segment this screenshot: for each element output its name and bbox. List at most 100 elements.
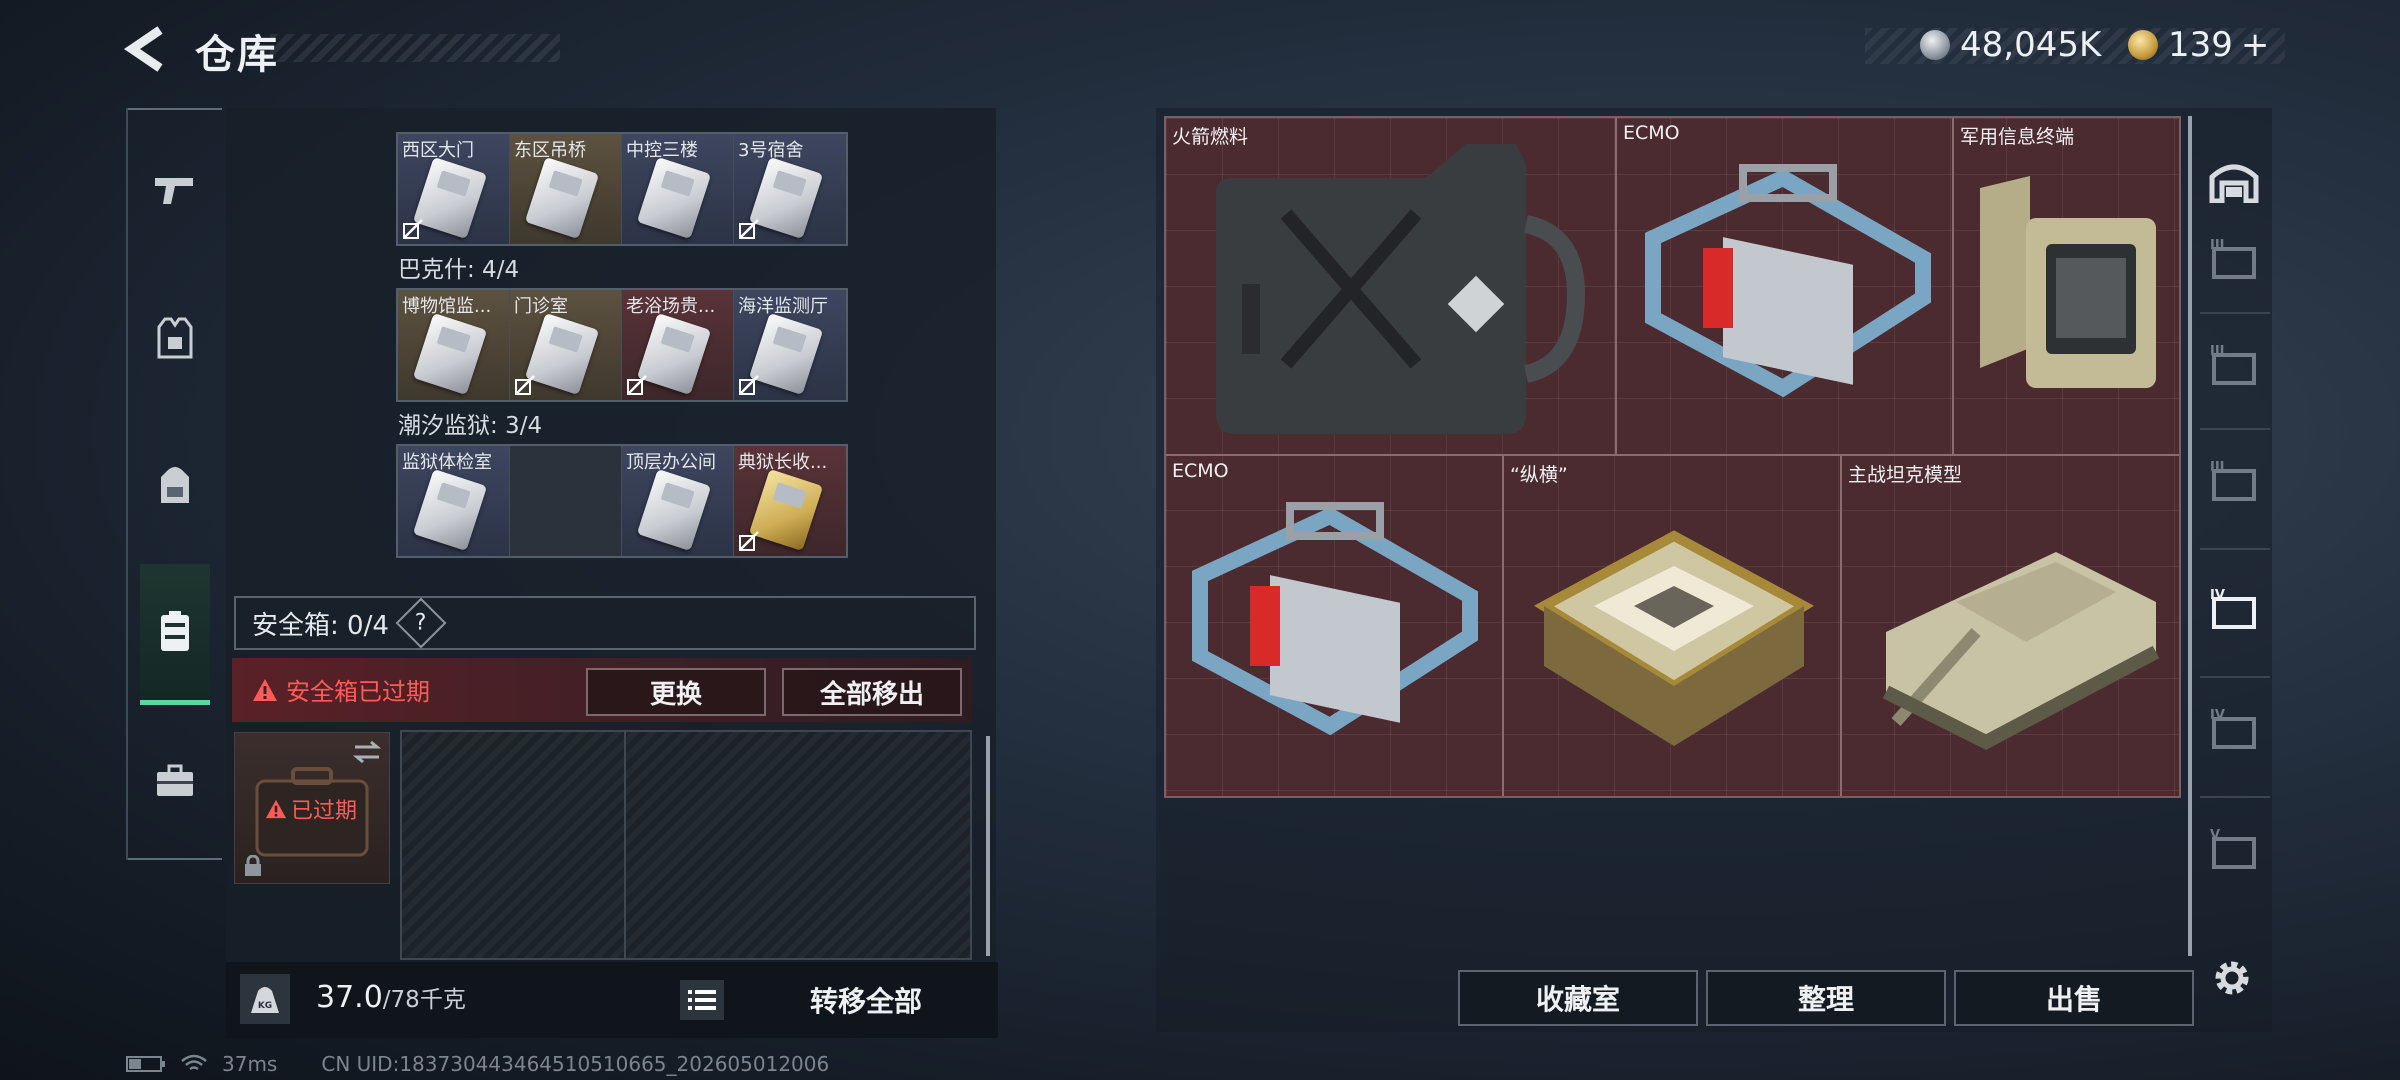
- ecmo-machine-icon: [1645, 164, 1931, 398]
- weight-max: /78千克: [382, 987, 466, 1013]
- storage-page-icon: IV: [2210, 708, 2256, 749]
- item-name: 军用信息终端: [1960, 126, 2075, 148]
- nav-storage-level-3c[interactable]: III: [2204, 450, 2264, 510]
- nav-equipment[interactable]: [140, 304, 210, 374]
- list-view-button[interactable]: [680, 980, 724, 1020]
- help-button[interactable]: ?: [395, 597, 447, 649]
- item-rocket-fuel[interactable]: 火箭燃料: [1166, 118, 1615, 454]
- nav-toolbox[interactable]: [140, 746, 210, 816]
- item-name: 主战坦克模型: [1848, 464, 1963, 486]
- currency-premium[interactable]: 139 +: [2128, 25, 2270, 65]
- keycard-icon: [412, 157, 488, 239]
- item-tank-model[interactable]: 主战坦克模型: [1842, 456, 2179, 796]
- key-slot-label: 西区大门: [402, 140, 474, 161]
- keycard-icon: [748, 469, 824, 551]
- case-expired-label: 已过期: [265, 793, 357, 825]
- nav-storage-level-4b[interactable]: IV: [2204, 698, 2264, 758]
- expired-notice-text: 安全箱已过期: [286, 678, 430, 706]
- key-slot-row: 博物馆监... 门诊室 老浴场贵... 海洋监测厅: [396, 288, 848, 402]
- page-title: 仓库: [195, 32, 279, 78]
- nav-storage-level-3a[interactable]: III: [2204, 228, 2264, 288]
- nav-weapons[interactable]: [140, 156, 210, 226]
- nav-storage-level-4a-active[interactable]: IV: [2204, 578, 2264, 638]
- weight-icon-box: KG: [240, 974, 290, 1024]
- warning-icon: [266, 799, 286, 819]
- keycard-icon: [524, 313, 600, 395]
- key-slot[interactable]: 中控三楼: [622, 134, 734, 244]
- unavailable-icon: [627, 375, 647, 395]
- key-slot-row: 西区大门 东区吊桥 中控三楼 3号宿舍: [396, 132, 848, 246]
- key-slot[interactable]: 东区吊桥: [510, 134, 622, 244]
- group-title: 巴克什: 4/4: [398, 257, 520, 283]
- key-slot-label: 博物馆监...: [402, 296, 492, 317]
- toolbox-icon: [157, 764, 193, 796]
- unavailable-icon: [739, 375, 759, 395]
- uid-text: CN UID:183730443464510510665_20260501200…: [321, 1052, 830, 1076]
- tank-icon: [1882, 552, 2160, 750]
- replace-button[interactable]: 更换: [586, 668, 766, 716]
- safe-box-header: 安全箱: 0/4 ?: [234, 596, 976, 650]
- nav-all-storage[interactable]: [2204, 150, 2264, 210]
- key-slot-empty[interactable]: [510, 446, 622, 556]
- collection-room-button[interactable]: 收藏室: [1458, 970, 1698, 1026]
- item-name: ECMO: [1623, 122, 1680, 144]
- weight-readout: 37.0/78千克: [316, 980, 466, 1015]
- unavailable-icon: [739, 531, 759, 551]
- item-ecmo[interactable]: ECMO: [1617, 118, 1952, 454]
- keycard-icon: [412, 313, 488, 395]
- add-currency-button[interactable]: +: [2241, 25, 2270, 65]
- key-slot-label: 海洋监测厅: [738, 296, 828, 317]
- storage-grid[interactable]: 火箭燃料 ECMO 军用信息终端 ECMO “纵横” 主战坦克模型: [1164, 116, 2181, 798]
- key-slot[interactable]: 博物馆监...: [398, 290, 510, 400]
- safe-case-item[interactable]: 已过期: [234, 732, 390, 884]
- organize-button[interactable]: 整理: [1706, 970, 1946, 1026]
- key-slot[interactable]: 典狱长收...: [734, 446, 846, 556]
- key-slot[interactable]: 3号宿舍: [734, 134, 846, 244]
- keycard-icon: [412, 469, 488, 551]
- sell-button[interactable]: 出售: [1954, 970, 2194, 1026]
- storage-page-icon: III: [2210, 344, 2256, 385]
- settings-button[interactable]: [2210, 956, 2254, 1004]
- lock-icon: [245, 855, 261, 876]
- item-chess-set[interactable]: “纵横”: [1504, 456, 1840, 796]
- key-slot-label: 顶层办公间: [626, 452, 716, 473]
- keycard-icon: [748, 313, 824, 395]
- safe-box-grid[interactable]: [400, 730, 972, 960]
- gun-icon: [155, 178, 193, 204]
- back-button[interactable]: [120, 24, 180, 74]
- key-group-3: 监狱体检室 顶层办公间 典狱长收...: [396, 444, 848, 558]
- key-slot[interactable]: 海洋监测厅: [734, 290, 846, 400]
- key-slot[interactable]: 门诊室: [510, 290, 622, 400]
- nav-storage-level-5[interactable]: V: [2204, 818, 2264, 878]
- unavailable-icon: [403, 219, 423, 239]
- move-all-out-button[interactable]: 全部移出: [782, 668, 962, 716]
- backpack-icon: [161, 467, 189, 503]
- keycard-icon: [636, 313, 712, 395]
- item-military-terminal[interactable]: 军用信息终端: [1954, 118, 2179, 454]
- swap-icon[interactable]: [351, 739, 383, 765]
- nav-safe-box[interactable]: [140, 564, 210, 705]
- fuel-canister-icon: [1216, 144, 1586, 434]
- storage-page-icon: V: [2210, 828, 2256, 869]
- unavailable-icon: [515, 375, 535, 395]
- warehouse-icon: [2209, 164, 2259, 203]
- ecmo-machine-icon: [1192, 502, 1478, 736]
- currency-primary: 48,045K: [1920, 25, 2101, 65]
- key-slot[interactable]: 老浴场贵...: [622, 290, 734, 400]
- right-scrollbar[interactable]: [2188, 116, 2192, 956]
- left-scrollbar[interactable]: [986, 736, 990, 956]
- item-ecmo[interactable]: ECMO: [1166, 456, 1502, 796]
- nav-backpack[interactable]: [140, 450, 210, 520]
- unavailable-icon: [739, 219, 759, 239]
- weight-icon-label: KG: [258, 1001, 272, 1011]
- key-slot[interactable]: 监狱体检室: [398, 446, 510, 556]
- safe-case-icon: [161, 611, 189, 651]
- key-group-2: 博物馆监... 门诊室 老浴场贵... 海洋监测厅: [396, 288, 848, 402]
- key-slot[interactable]: 顶层办公间: [622, 446, 734, 556]
- transfer-all-button[interactable]: 转移全部: [746, 974, 986, 1026]
- storage-page-icon: III: [2210, 238, 2256, 279]
- key-slot[interactable]: 西区大门: [398, 134, 510, 244]
- coin-icon: [1920, 30, 1950, 60]
- status-bar: 37ms CN UID:183730443464510510665_202605…: [126, 1052, 829, 1076]
- nav-storage-level-3b[interactable]: III: [2204, 334, 2264, 394]
